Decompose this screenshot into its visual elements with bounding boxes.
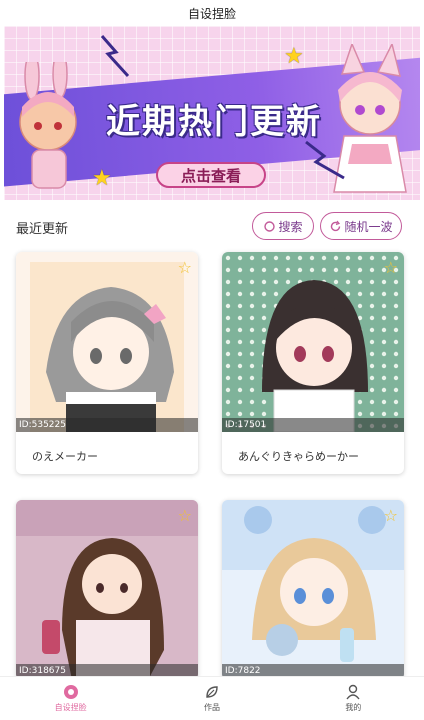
favorite-star-icon[interactable]: ☆ — [178, 258, 192, 277]
random-button[interactable]: 随机一波 — [320, 212, 402, 240]
face-icon — [63, 685, 78, 699]
recent-updates-header: 最近更新 搜索 随机一波 — [0, 212, 424, 240]
tab-works[interactable]: 作品 — [141, 677, 282, 720]
leaf-icon — [206, 686, 218, 698]
star-icon: ★ — [284, 44, 304, 69]
character-artwork — [222, 252, 404, 432]
lightning-bolt-icon — [100, 35, 130, 78]
lightning-bolt-icon — [305, 140, 345, 180]
bunny-girl-mascot-left — [19, 62, 77, 189]
app-title: 自设捏脸 — [187, 6, 236, 21]
card-title: あんぐりきゃらめーかー — [238, 450, 359, 463]
banner-headline: 近期热门更新 — [106, 102, 322, 142]
search-button[interactable]: 搜索 — [252, 212, 314, 240]
refresh-icon — [331, 220, 341, 231]
character-artwork — [16, 252, 198, 432]
maker-card[interactable]: ID:535225 ☆ のえメーカー — [16, 252, 198, 474]
bottom-tab-bar: 自设捏脸 作品 我的 — [0, 676, 424, 720]
maker-card[interactable]: ID:17501 ☆ あんぐりきゃらめーかー — [222, 252, 404, 474]
search-button-label: 搜索 — [278, 219, 303, 234]
tab-label: 我的 — [345, 703, 362, 712]
tab-label: 自设捏脸 — [54, 703, 87, 712]
card-id: ID:535225 — [16, 418, 198, 432]
banner-view-button[interactable]: 点击查看 — [156, 162, 266, 188]
person-icon — [346, 684, 360, 700]
section-title: 最近更新 — [16, 222, 69, 237]
hot-updates-banner[interactable]: ★ ★ 近期热门更新 点击查看 — [4, 26, 420, 200]
maker-card[interactable]: ID:7822 ☆ — [222, 500, 404, 680]
favorite-star-icon[interactable]: ☆ — [178, 506, 192, 525]
card-id: ID:17501 — [222, 418, 404, 432]
maker-card[interactable]: ID:318675 ☆ — [16, 500, 198, 680]
search-icon — [264, 220, 276, 232]
random-button-label: 随机一波 — [344, 219, 393, 234]
tab-profile[interactable]: 我的 — [283, 677, 424, 720]
app-title-bar: 自设捏脸 — [0, 0, 424, 26]
tab-face-maker[interactable]: 自设捏脸 — [0, 677, 141, 720]
character-artwork — [222, 500, 404, 680]
card-title: のえメーカー — [32, 450, 98, 463]
favorite-star-icon[interactable]: ☆ — [384, 506, 398, 525]
character-artwork — [16, 500, 198, 680]
star-icon: ★ — [92, 166, 112, 191]
favorite-star-icon[interactable]: ☆ — [384, 258, 398, 277]
tab-label: 作品 — [203, 703, 220, 712]
